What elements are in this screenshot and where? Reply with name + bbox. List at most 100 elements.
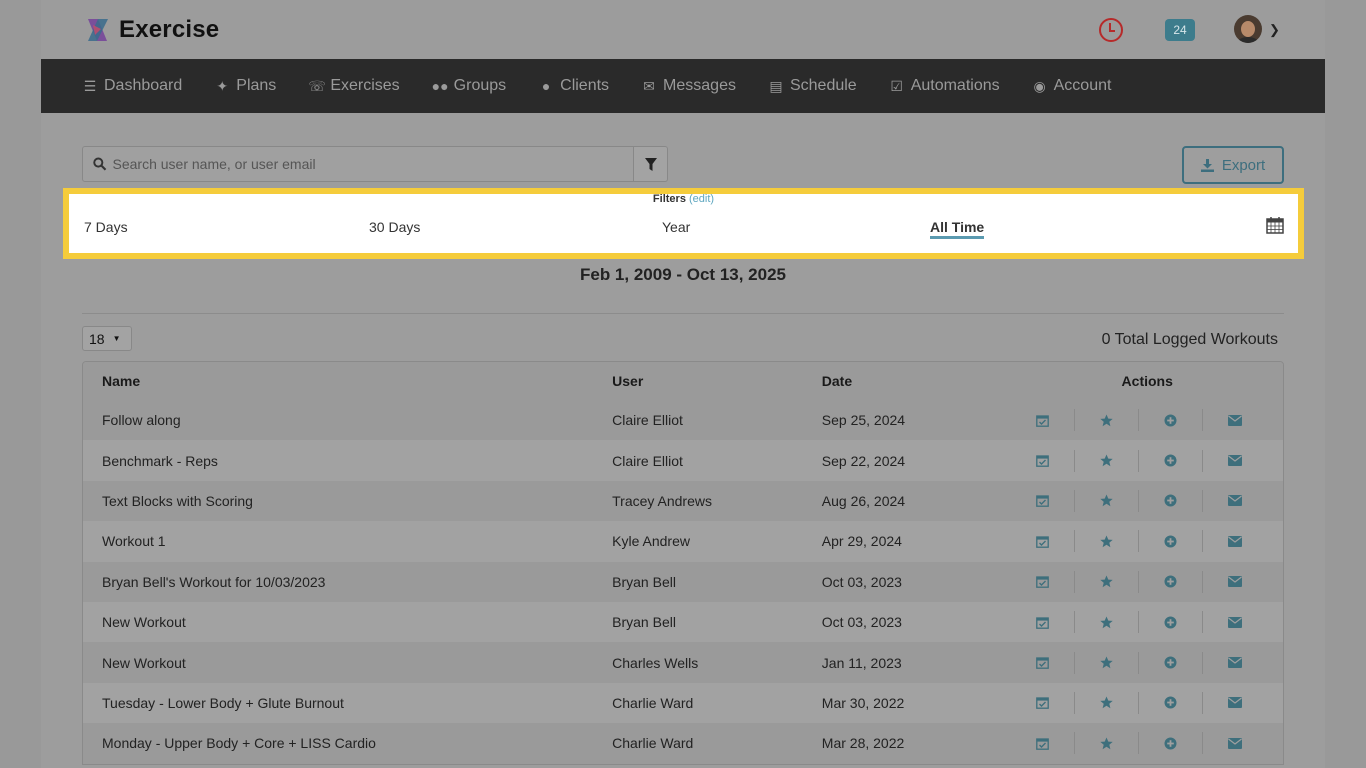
row-name[interactable]: Bryan Bell's Workout for 10/03/2023	[83, 574, 612, 590]
add-action[interactable]	[1139, 489, 1204, 512]
row-user: Charlie Ward	[612, 735, 694, 752]
schedule-action[interactable]	[1011, 691, 1076, 714]
favorite-action[interactable]	[1075, 570, 1140, 593]
nav-label: Account	[1053, 77, 1112, 94]
add-action[interactable]	[1139, 732, 1204, 755]
schedule-action[interactable]	[1011, 651, 1076, 674]
period-all-time[interactable]: All Time	[930, 219, 985, 239]
favorite-action[interactable]	[1075, 489, 1140, 512]
avatar[interactable]	[1234, 15, 1262, 43]
schedule-action[interactable]	[1011, 489, 1076, 512]
header-date[interactable]: Date	[822, 373, 1012, 389]
message-action[interactable]	[1203, 611, 1267, 633]
message-action[interactable]	[1203, 409, 1267, 431]
export-button[interactable]: Export	[1182, 146, 1284, 184]
add-action[interactable]	[1139, 691, 1204, 714]
row-name[interactable]: Follow along	[83, 412, 612, 428]
schedule-action[interactable]	[1011, 409, 1076, 432]
workouts-table: Name User Date Actions Follow along Clai…	[82, 361, 1284, 765]
star-icon	[1100, 535, 1114, 548]
row-name[interactable]: New Workout	[83, 655, 612, 671]
favorite-action[interactable]	[1075, 530, 1140, 553]
row-date: Mar 28, 2022	[821, 735, 905, 752]
table-row[interactable]: Text Blocks with Scoring Tracey Andrews …	[83, 480, 1283, 522]
row-name[interactable]: Text Blocks with Scoring	[83, 493, 612, 509]
add-action[interactable]	[1139, 570, 1204, 593]
filters-edit-link[interactable]: (edit)	[689, 193, 714, 205]
message-action[interactable]	[1203, 652, 1267, 674]
table-row[interactable]: Follow along Claire Elliot Sep 25, 2024	[83, 400, 1283, 441]
message-action[interactable]	[1203, 571, 1267, 593]
row-name[interactable]: Benchmark - Reps	[83, 453, 612, 469]
row-actions	[1011, 732, 1283, 755]
clock-icon[interactable]	[1099, 18, 1123, 42]
schedule-action[interactable]	[1011, 732, 1076, 755]
favorite-action[interactable]	[1075, 611, 1140, 634]
nav-schedule[interactable]: ▤ Schedule	[768, 77, 856, 95]
add-action[interactable]	[1139, 651, 1204, 674]
message-action[interactable]	[1203, 530, 1267, 552]
user-icon: ●	[541, 78, 551, 94]
message-action[interactable]	[1203, 732, 1267, 754]
add-action[interactable]	[1139, 530, 1204, 553]
period-year[interactable]: Year	[662, 219, 690, 235]
favorite-action[interactable]	[1075, 691, 1140, 714]
phone-square-icon: ☏	[308, 77, 326, 94]
nav-clients[interactable]: ● Clients	[538, 77, 609, 95]
chevron-down-icon[interactable]: ❯	[1269, 22, 1280, 38]
filters-header: Filters (edit)	[69, 193, 1298, 205]
nav-dashboard[interactable]: ☰ Dashboard	[82, 77, 183, 95]
table-row[interactable]: Benchmark - Reps Claire Elliot Sep 22, 2…	[83, 440, 1283, 481]
favorite-action[interactable]	[1075, 651, 1140, 674]
table-row[interactable]: New Workout Charles Wells Jan 11, 2023	[83, 642, 1283, 683]
schedule-action[interactable]	[1011, 570, 1076, 593]
table-header: Name User Date Actions	[83, 362, 1283, 400]
divider	[82, 313, 1284, 314]
calendar-icon[interactable]	[1266, 216, 1284, 234]
nav-automations[interactable]: ☑ Automations	[889, 77, 999, 95]
period-30-days[interactable]: 30 Days	[369, 219, 420, 235]
list-icon: ☰	[83, 77, 97, 94]
notification-badge[interactable]: 24	[1165, 19, 1195, 41]
message-action[interactable]	[1203, 450, 1267, 472]
table-row[interactable]: Workout 1 Kyle Andrew Apr 29, 2024	[83, 521, 1283, 562]
schedule-action[interactable]	[1011, 530, 1076, 553]
header-user[interactable]: User	[612, 373, 822, 389]
brand[interactable]: Exercise	[85, 16, 219, 44]
row-name[interactable]: New Workout	[83, 614, 612, 630]
add-action[interactable]	[1139, 449, 1204, 472]
favorite-action[interactable]	[1075, 732, 1140, 755]
nav-groups[interactable]: ●● Groups	[432, 77, 506, 95]
table-row[interactable]: Bryan Bell's Workout for 10/03/2023 Brya…	[83, 561, 1283, 602]
add-action[interactable]	[1139, 611, 1204, 634]
add-action[interactable]	[1139, 409, 1204, 432]
table-row[interactable]: New Workout Bryan Bell Oct 03, 2023	[83, 601, 1283, 643]
nav-plans[interactable]: ✦ Plans	[214, 77, 276, 95]
period-7-days[interactable]: 7 Days	[84, 219, 128, 235]
header-name[interactable]: Name	[83, 373, 612, 389]
schedule-action[interactable]	[1011, 611, 1076, 634]
schedule-action[interactable]	[1011, 449, 1076, 472]
row-name[interactable]: Tuesday - Lower Body + Glute Burnout	[83, 695, 612, 711]
row-name[interactable]: Monday - Upper Body + Core + LISS Cardio	[83, 735, 612, 751]
calendar-check-icon	[1036, 697, 1050, 710]
nav-account[interactable]: ◉ Account	[1032, 77, 1112, 95]
page-size-select[interactable]: 18 ▼	[82, 326, 132, 351]
table-row[interactable]: Monday - Upper Body + Core + LISS Cardio…	[83, 723, 1283, 764]
plus-circle-icon	[1164, 535, 1177, 548]
message-action[interactable]	[1203, 692, 1267, 714]
total-logged-workouts: 0 Total Logged Workouts	[1101, 331, 1278, 348]
favorite-action[interactable]	[1075, 409, 1140, 432]
plus-circle-icon	[1164, 737, 1177, 750]
row-name[interactable]: Workout 1	[83, 533, 612, 549]
favorite-action[interactable]	[1075, 449, 1140, 472]
message-action[interactable]	[1203, 490, 1267, 512]
search-input[interactable]	[112, 156, 633, 172]
nav-label: Plans	[236, 77, 277, 94]
envelope-icon	[1228, 535, 1243, 547]
nav-exercises[interactable]: ☏ Exercises	[308, 77, 399, 95]
filter-button[interactable]	[634, 146, 668, 182]
nav-messages[interactable]: ✉ Messages	[641, 77, 736, 95]
table-row[interactable]: Tuesday - Lower Body + Glute Burnout Cha…	[83, 682, 1283, 724]
nav-label: Exercises	[330, 77, 400, 94]
